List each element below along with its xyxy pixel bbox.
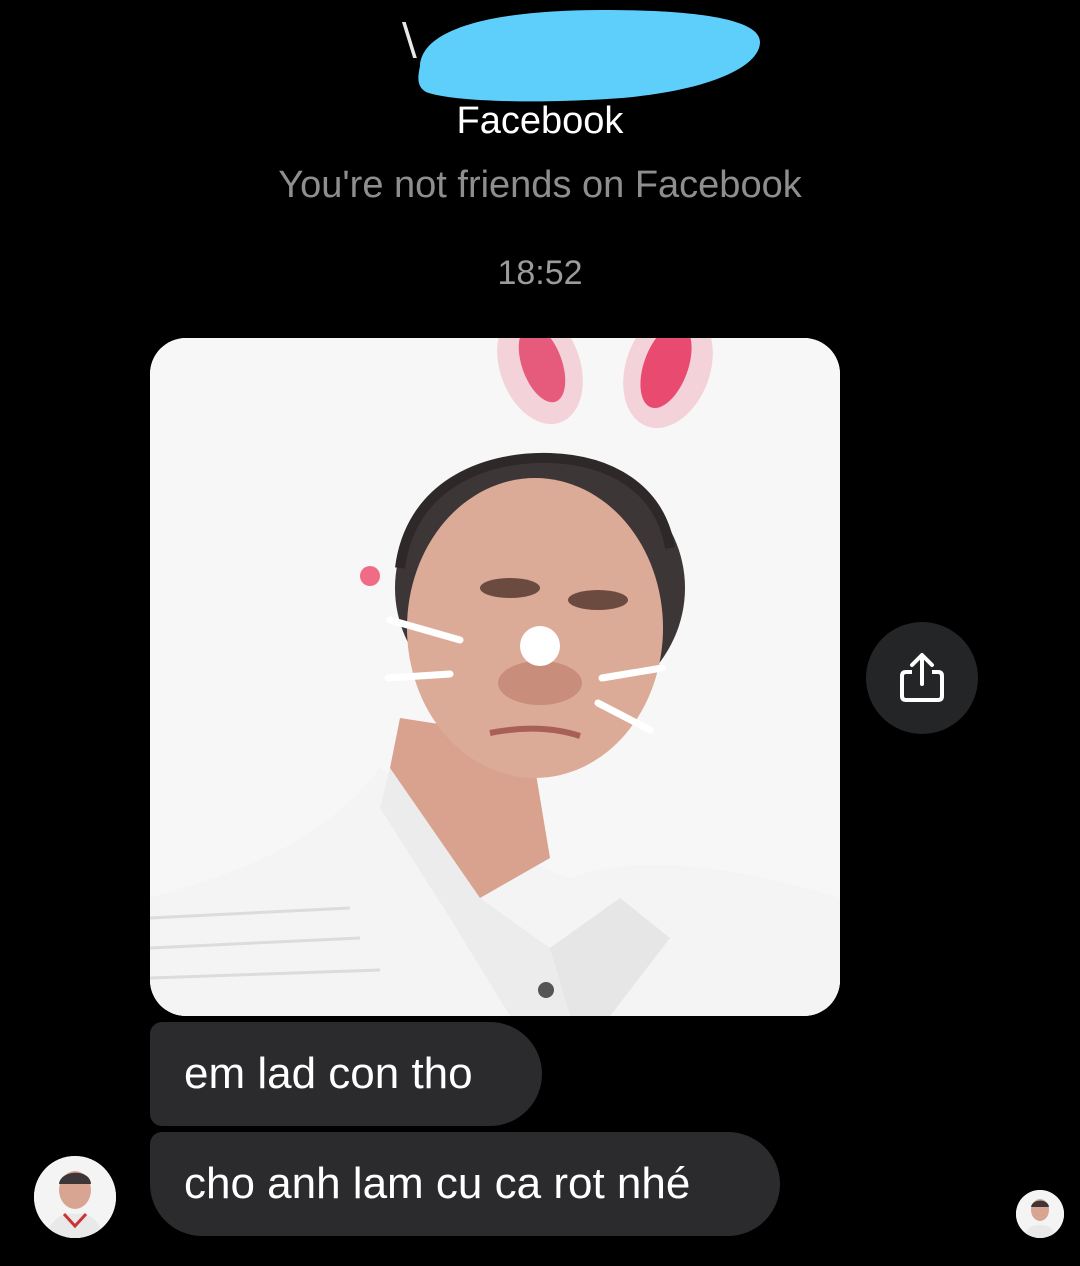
share-icon bbox=[900, 653, 944, 702]
friend-status-text: You're not friends on Facebook bbox=[278, 164, 802, 206]
photo-message[interactable] bbox=[150, 338, 840, 1016]
message-bubble[interactable]: em lad con tho bbox=[150, 1022, 542, 1126]
share-button[interactable] bbox=[866, 622, 978, 734]
redaction-blob bbox=[418, 10, 760, 102]
message-text: em lad con tho bbox=[184, 1049, 473, 1098]
sender-avatar[interactable] bbox=[34, 1156, 116, 1238]
message-text: cho anh lam cu ca rot nhé bbox=[184, 1159, 691, 1208]
message-timestamp: 18:52 bbox=[497, 254, 583, 292]
message-bubble[interactable]: cho anh lam cu ca rot nhé bbox=[150, 1132, 780, 1236]
chat-screen: \ Facebook You're not friends on Faceboo… bbox=[0, 0, 1080, 1266]
platform-label: Facebook bbox=[456, 100, 624, 142]
read-receipt-avatar bbox=[1016, 1190, 1064, 1238]
